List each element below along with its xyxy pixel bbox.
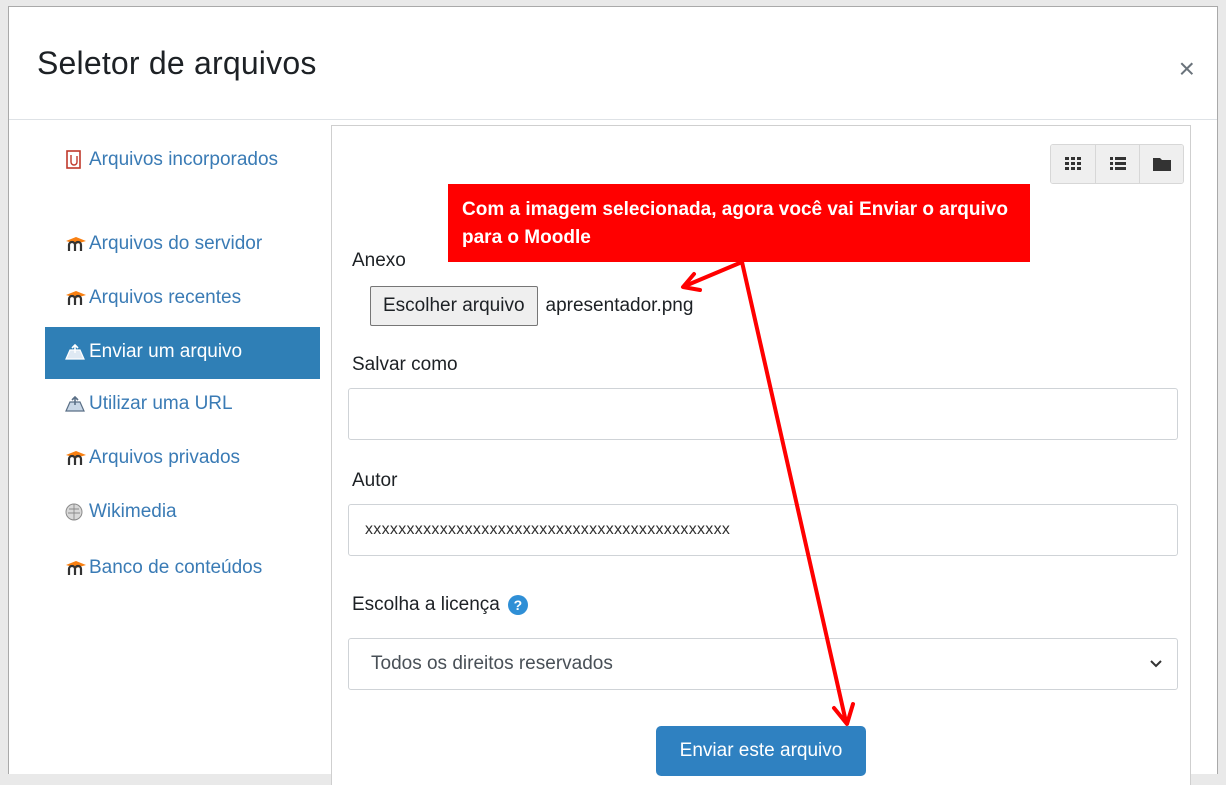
sidebar-item-use-url[interactable]: Utilizar uma URL: [45, 379, 320, 433]
license-select[interactable]: Todos os direitos reservados: [348, 638, 1178, 690]
file-chooser: Escolher arquivo apresentador.png: [370, 286, 693, 326]
sidebar-item-label: Arquivos incorporados: [89, 149, 279, 170]
moodle-icon: [65, 290, 89, 306]
sidebar-item-label: Arquivos recentes: [89, 287, 242, 308]
modal-header: Seletor de arquivos ×: [9, 7, 1217, 120]
sidebar-item-upload-file[interactable]: Enviar um arquivo: [45, 327, 320, 379]
sidebar-item-private-files[interactable]: Arquivos privados: [45, 433, 320, 487]
view-toggle-group: [1050, 144, 1184, 184]
url-icon: [65, 395, 89, 412]
save-as-label: Salvar como: [352, 354, 458, 375]
choose-file-button[interactable]: Escolher arquivo: [370, 286, 538, 326]
help-icon[interactable]: ?: [507, 594, 528, 615]
sidebar-item-label: Wikimedia: [89, 501, 177, 522]
annotation-callout: Com a imagem selecionada, agora você vai…: [448, 184, 1030, 262]
wikimedia-icon: [65, 503, 89, 521]
grid-view-icon: [1065, 157, 1081, 170]
author-label: Autor: [352, 470, 398, 491]
sidebar-item-embedded-files[interactable]: Arquivos incorporados: [45, 135, 320, 219]
sidebar-item-wikimedia[interactable]: Wikimedia: [45, 487, 320, 543]
license-label: Escolha a licença: [352, 594, 500, 615]
folder-view-button[interactable]: [1139, 145, 1183, 183]
license-label-row: Escolha a licença?: [352, 594, 528, 616]
sidebar-item-label: Utilizar uma URL: [89, 393, 233, 414]
chosen-file-name: apresentador.png: [545, 295, 694, 316]
sidebar-item-content-bank[interactable]: Banco de conteúdos: [45, 543, 320, 597]
chevron-down-icon: [1149, 639, 1163, 709]
upload-icon: [65, 343, 89, 360]
upload-submit-button[interactable]: Enviar este arquivo: [656, 726, 866, 776]
moodle-icon: [65, 236, 89, 252]
author-input[interactable]: xxxxxxxxxxxxxxxxxxxxxxxxxxxxxxxxxxxxxxxx…: [348, 504, 1178, 556]
list-view-button[interactable]: [1095, 145, 1139, 183]
sidebar-item-label: Banco de conteúdos: [89, 557, 263, 578]
moodle-icon: [65, 560, 89, 576]
repository-sidebar: Arquivos incorporados Arquivos do servid…: [45, 135, 320, 597]
attachment-label: Anexo: [352, 250, 406, 271]
folder-view-icon: [1152, 158, 1171, 171]
embedded-files-icon: [65, 150, 89, 170]
sidebar-item-label: Arquivos do servidor: [89, 233, 263, 254]
sidebar-item-recent-files[interactable]: Arquivos recentes: [45, 273, 320, 327]
sidebar-item-label: Arquivos privados: [89, 447, 241, 468]
file-picker-modal: Seletor de arquivos × Arquivos incorpora…: [8, 6, 1218, 785]
moodle-icon: [65, 450, 89, 466]
license-selected-value: Todos os direitos reservados: [371, 653, 613, 674]
grid-view-button[interactable]: [1051, 145, 1095, 183]
sidebar-item-label: Enviar um arquivo: [89, 341, 243, 362]
sidebar-item-server-files[interactable]: Arquivos do servidor: [45, 219, 320, 273]
save-as-input[interactable]: [348, 388, 1178, 440]
list-view-icon: [1109, 157, 1126, 170]
close-button[interactable]: ×: [1179, 55, 1195, 83]
modal-title: Seletor de arquivos: [37, 45, 317, 81]
